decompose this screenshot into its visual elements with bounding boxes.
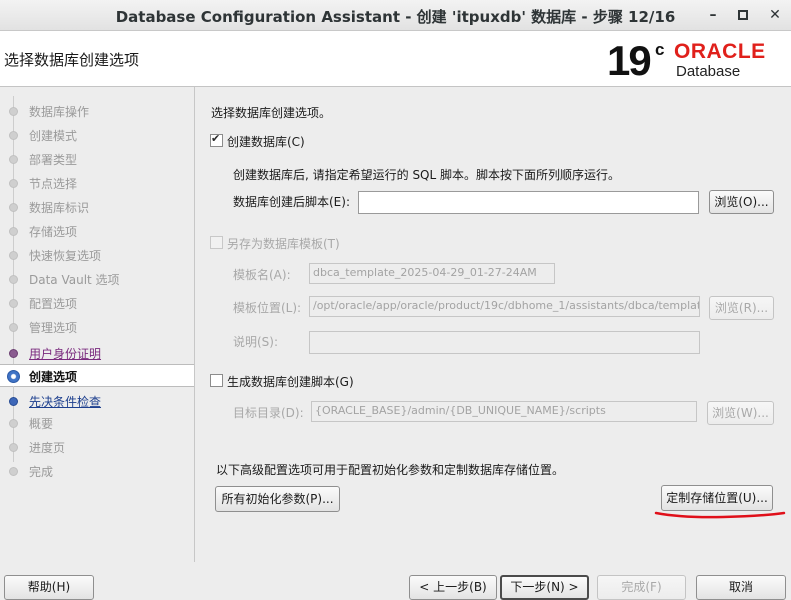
cancel-button[interactable]: 取消 [696, 575, 786, 600]
step-deployment-type: 部署类型 [0, 144, 194, 174]
step-database-identification: 数据库标识 [0, 192, 194, 222]
red-underline-annotation [654, 511, 786, 519]
all-init-params-button[interactable]: 所有初始化参数(P)... [215, 486, 340, 512]
post-script-input[interactable] [358, 191, 699, 214]
template-location-input[interactable]: /opt/oracle/app/oracle/product/19c/dbhom… [309, 296, 700, 317]
step-creation-mode: 创建模式 [0, 120, 194, 150]
page-title: 选择数据库创建选项 [4, 51, 140, 69]
step-fast-recovery: 快速恢复选项 [0, 240, 194, 270]
step-node-selection: 节点选择 [0, 168, 194, 198]
steps-sidebar: 数据库操作 创建模式 部署类型 节点选择 数据库标识 存储选项 快速恢复选项 D… [0, 87, 195, 562]
template-name-input[interactable]: dbca_template_2025-04-29_01-27-24AM [309, 263, 555, 284]
step-finish: 完成 [0, 460, 194, 482]
step-database-operation: 数据库操作 [0, 96, 194, 126]
browse-script-button[interactable]: 浏览(O)... [709, 190, 774, 214]
window-title: Database Configuration Assistant - 创建 'i… [115, 8, 676, 26]
browse-destination-button[interactable]: 浏览(W)... [707, 401, 774, 425]
close-icon[interactable]: ✕ [764, 4, 786, 26]
next-button[interactable]: 下一步(N) > [500, 575, 589, 600]
window-titlebar: Database Configuration Assistant - 创建 'i… [0, 0, 791, 31]
page-header: 选择数据库创建选项 19 c ORACLE Database [0, 31, 791, 87]
step-summary: 概要 [0, 408, 194, 438]
main-content: 选择数据库创建选项。 创建数据库(C) 创建数据库后, 请指定希望运行的 SQL… [195, 87, 791, 562]
save-template-label: 另存为数据库模板(T) [227, 237, 340, 251]
step-creation-option[interactable]: 创建选项 [0, 364, 194, 387]
advanced-options-text: 以下高级配置选项可用于配置初始化参数和定制数据库存储位置。 [216, 463, 565, 477]
step-storage-option: 存储选项 [0, 216, 194, 246]
finish-button[interactable]: 完成(F) [597, 575, 686, 600]
minimize-icon[interactable]: – [702, 4, 724, 26]
step-configuration-options: 配置选项 [0, 288, 194, 318]
step-prerequisite-checks[interactable]: 先决条件检查 [0, 386, 194, 416]
browse-template-button[interactable]: 浏览(R)... [709, 296, 774, 320]
generate-scripts-checkbox[interactable] [210, 374, 223, 387]
create-database-description: 创建数据库后, 请指定希望运行的 SQL 脚本。脚本按下面所列顺序运行。 [233, 168, 621, 182]
generate-scripts-label: 生成数据库创建脚本(G) [227, 375, 354, 389]
template-location-label: 模板位置(L): [233, 301, 302, 315]
create-database-label: 创建数据库(C) [227, 135, 305, 149]
maximize-icon[interactable] [732, 4, 754, 26]
create-database-checkbox[interactable] [210, 132, 223, 147]
step-progress-page: 进度页 [0, 432, 194, 462]
help-button[interactable]: 帮助(H) [4, 575, 94, 600]
template-description-label: 说明(S): [233, 335, 279, 349]
save-template-checkbox[interactable] [210, 236, 223, 249]
template-description-input[interactable] [309, 331, 700, 354]
step-management-options: 管理选项 [0, 312, 194, 342]
intro-text: 选择数据库创建选项。 [211, 106, 332, 120]
back-button[interactable]: < 上一步(B) [409, 575, 497, 600]
template-name-label: 模板名(A): [233, 268, 291, 282]
destination-dir-label: 目标目录(D): [233, 406, 304, 420]
destination-dir-input[interactable]: {ORACLE_BASE}/admin/{DB_UNIQUE_NAME}/scr… [311, 401, 697, 422]
post-script-label: 数据库创建后脚本(E): [233, 195, 350, 209]
step-data-vault: Data Vault 选项 [0, 264, 194, 294]
step-user-credentials[interactable]: 用户身份证明 [0, 338, 194, 368]
